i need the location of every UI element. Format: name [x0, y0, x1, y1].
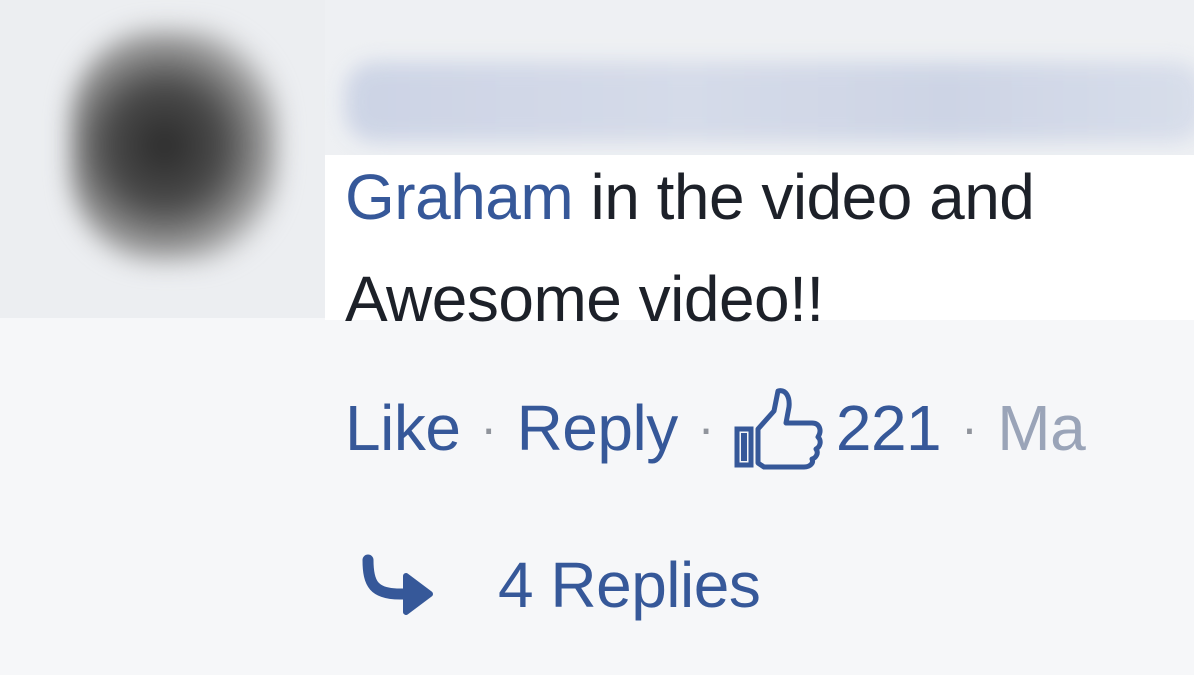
comment-text-fragment: in the video and — [573, 161, 1035, 233]
comment-text-line-1: Graham in the video and — [345, 160, 1035, 234]
comment-screenshot: Graham in the video and Awesome video!! … — [0, 0, 1194, 675]
timestamp-link[interactable]: Ma — [997, 391, 1085, 465]
view-replies-link[interactable]: 4 Replies — [360, 548, 761, 622]
comment-actions: Like · Reply · 221 · Ma — [345, 385, 1086, 471]
reply-button[interactable]: Reply — [517, 391, 679, 465]
separator-dot: · — [480, 400, 497, 456]
mention-link[interactable]: Graham — [345, 161, 574, 233]
like-button[interactable]: Like — [345, 391, 461, 465]
avatar[interactable] — [70, 28, 280, 263]
reply-arrow-icon — [360, 550, 440, 620]
like-count[interactable]: 221 — [836, 391, 942, 465]
separator-dot: · — [961, 400, 978, 456]
blurred-commenter-name[interactable] — [345, 62, 1194, 142]
separator-dot: · — [697, 400, 715, 456]
replies-count-label[interactable]: 4 Replies — [498, 548, 761, 622]
thumbs-up-icon[interactable] — [734, 385, 824, 471]
comment-text-line-2: Awesome video!! — [345, 263, 824, 335]
